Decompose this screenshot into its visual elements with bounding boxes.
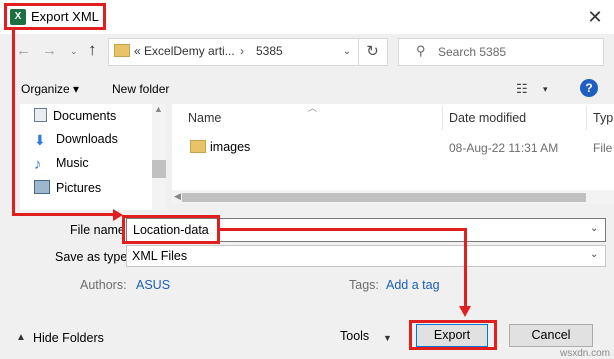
annotation-arrow-line bbox=[220, 228, 466, 231]
column-divider[interactable] bbox=[442, 106, 443, 130]
cancel-button[interactable]: Cancel bbox=[509, 324, 593, 347]
annotation-arrowhead bbox=[113, 209, 123, 221]
sidebar-item-music[interactable]: ♪ Music bbox=[34, 156, 89, 176]
file-row-date: 08-Aug-22 11:31 AM bbox=[449, 141, 559, 155]
annotation-arrow-line bbox=[12, 213, 116, 216]
close-icon[interactable]: ✕ bbox=[584, 6, 606, 28]
folder-icon bbox=[114, 44, 130, 57]
folder-icon bbox=[190, 140, 206, 153]
recent-locations-chevron-icon[interactable]: ⌄ bbox=[70, 46, 78, 57]
refresh-icon[interactable]: ↻ bbox=[358, 39, 386, 65]
search-placeholder: Search 5385 bbox=[438, 45, 507, 59]
breadcrumb-excel-articles[interactable]: ExcelDemy arti... bbox=[144, 44, 235, 58]
music-icon: ♪ bbox=[34, 156, 42, 173]
sidebar-item-pictures[interactable]: Pictures bbox=[34, 180, 101, 200]
breadcrumb-current[interactable]: 5385 bbox=[256, 44, 283, 58]
chevron-up-icon[interactable]: ▲ bbox=[16, 332, 26, 343]
help-icon[interactable]: ? bbox=[580, 79, 598, 97]
annotation-arrowhead bbox=[459, 306, 471, 317]
up-arrow-icon[interactable]: ↑ bbox=[88, 40, 97, 60]
save-as-type-value[interactable]: XML Files bbox=[132, 249, 187, 263]
column-header-type[interactable]: Typ bbox=[593, 111, 613, 125]
breadcrumb-separator-icon[interactable]: › bbox=[240, 44, 244, 58]
pictures-icon bbox=[34, 180, 50, 194]
sidebar-item-label: Downloads bbox=[56, 132, 118, 146]
hide-folders-button[interactable]: Hide Folders bbox=[33, 331, 104, 345]
new-folder-button[interactable]: New folder bbox=[112, 82, 169, 96]
view-options-icon[interactable]: ☷ bbox=[516, 81, 528, 97]
export-highlight-box bbox=[409, 320, 497, 350]
sidebar-item-label: Documents bbox=[53, 109, 117, 123]
search-icon: ⚲ bbox=[416, 43, 426, 58]
annotation-arrow-line bbox=[12, 30, 15, 216]
downloads-icon: ⬇ bbox=[34, 132, 46, 148]
file-name-label: File name: bbox=[70, 223, 129, 237]
add-tag-link[interactable]: Add a tag bbox=[386, 278, 440, 292]
sort-ascending-icon: ︿ bbox=[308, 103, 318, 113]
file-name-highlight-box bbox=[122, 215, 220, 244]
scroll-up-icon[interactable]: ▲ bbox=[154, 104, 163, 114]
save-as-type-select[interactable] bbox=[126, 245, 606, 267]
tools-button[interactable]: Tools bbox=[340, 329, 369, 343]
breadcrumb-overflow[interactable]: « bbox=[134, 44, 141, 58]
documents-icon bbox=[34, 108, 47, 122]
file-row-name[interactable]: images bbox=[210, 140, 250, 154]
watermark: wsxdn.com bbox=[559, 348, 610, 359]
sidebar-item-label: Pictures bbox=[56, 181, 102, 195]
back-arrow-icon[interactable]: ← bbox=[16, 42, 31, 59]
horizontal-scrollbar-thumb[interactable] bbox=[182, 193, 586, 202]
column-header-date-modified[interactable]: Date modified bbox=[449, 111, 526, 125]
column-divider[interactable] bbox=[586, 106, 587, 130]
tools-dropdown-icon[interactable]: ▼ bbox=[383, 333, 392, 343]
sidebar-item-label: Music bbox=[56, 156, 89, 170]
sidebar-item-downloads[interactable]: ⬇ Downloads bbox=[34, 132, 118, 152]
title-highlight-box bbox=[4, 3, 106, 30]
view-dropdown-icon[interactable]: ▾ bbox=[543, 84, 548, 95]
authors-value[interactable]: ASUS bbox=[136, 278, 170, 292]
breadcrumb-segment[interactable]: « ExcelDemy arti... bbox=[134, 44, 235, 58]
forward-arrow-icon[interactable]: → bbox=[42, 42, 57, 59]
address-dropdown-icon[interactable]: ⌄ bbox=[338, 40, 356, 64]
navigation-scrollbar[interactable] bbox=[152, 104, 166, 210]
sidebar-item-documents[interactable]: Documents bbox=[34, 108, 116, 128]
navigation-pane: Documents ⬇ Downloads ♪ Music Pictures bbox=[20, 104, 166, 210]
organize-button[interactable]: Organize ▾ bbox=[21, 82, 79, 96]
scroll-left-icon[interactable]: ◀ bbox=[174, 191, 181, 202]
authors-label: Authors: bbox=[80, 278, 127, 292]
tags-label: Tags: bbox=[349, 278, 379, 292]
save-as-type-dropdown-icon[interactable]: ⌄ bbox=[590, 249, 598, 260]
file-name-dropdown-icon[interactable]: ⌄ bbox=[590, 223, 598, 234]
file-row-type: File bbox=[593, 141, 613, 155]
save-as-type-label: Save as type: bbox=[55, 250, 131, 264]
annotation-arrow-line bbox=[464, 228, 467, 308]
column-header-name[interactable]: Name bbox=[188, 111, 221, 125]
scrollbar-thumb[interactable] bbox=[152, 160, 166, 178]
